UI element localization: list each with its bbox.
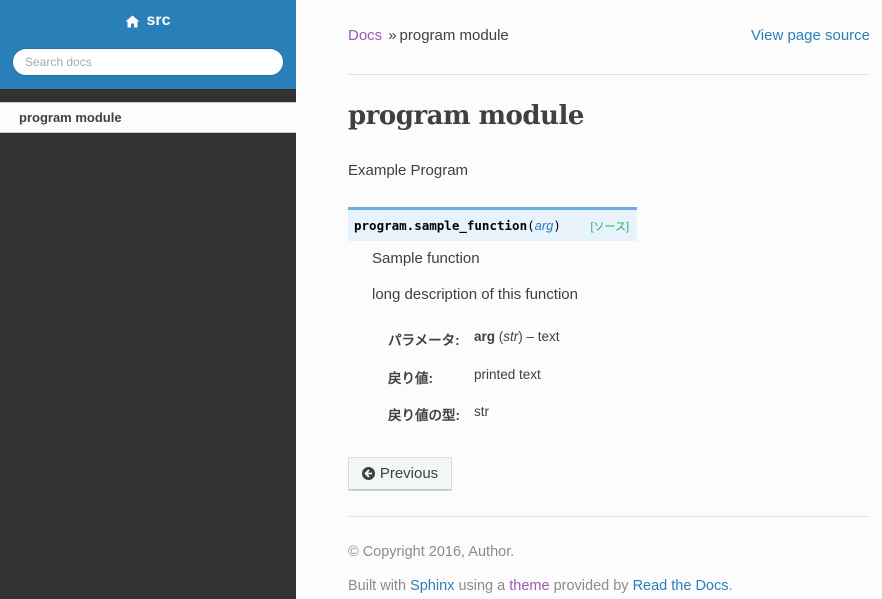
home-icon bbox=[125, 15, 140, 28]
field-return-type: 戻り値の型: str bbox=[388, 404, 489, 424]
param-name: arg bbox=[474, 329, 496, 344]
function-summary: Sample function bbox=[372, 250, 480, 267]
field-label: 戻り値の型: bbox=[388, 408, 460, 423]
function-description: long description of this function bbox=[372, 286, 578, 303]
param-description: – text bbox=[526, 329, 560, 344]
breadcrumb-docs-link[interactable]: Docs bbox=[348, 27, 382, 44]
sidebar: src program module bbox=[0, 0, 296, 599]
sidebar-item-program-module[interactable]: program module bbox=[0, 102, 296, 133]
period: . bbox=[728, 578, 733, 594]
project-home-link[interactable]: src bbox=[125, 10, 171, 32]
circle-arrow-left-icon bbox=[361, 467, 375, 480]
search-input[interactable] bbox=[12, 47, 284, 76]
function-signature: program.sample_function(arg) [ソース] bbox=[348, 207, 637, 241]
function-arg: arg bbox=[534, 218, 554, 233]
breadcrumb-separator: » bbox=[388, 27, 397, 44]
project-title: src bbox=[146, 12, 171, 29]
field-returns: 戻り値: printed text bbox=[388, 367, 541, 387]
using-a-text: using a bbox=[458, 578, 506, 594]
field-parameters: パラメータ: arg (str) – text bbox=[388, 329, 560, 349]
breadcrumb: Docs » program module View page source bbox=[348, 27, 870, 47]
sidebar-header: src bbox=[0, 0, 296, 89]
sphinx-link[interactable]: Sphinx bbox=[410, 578, 454, 594]
breadcrumb-current: program module bbox=[399, 27, 509, 44]
divider bbox=[348, 74, 870, 75]
field-value: str bbox=[474, 404, 489, 419]
function-name: program.sample_function bbox=[354, 218, 528, 233]
signature-open-paren: ( bbox=[527, 218, 535, 233]
view-page-source-link[interactable]: View page source bbox=[751, 27, 870, 44]
intro-text: Example Program bbox=[348, 162, 469, 179]
built-with-text: Built with Sphinx using a theme provided… bbox=[348, 578, 733, 594]
provided-by-text: provided by bbox=[553, 578, 629, 594]
field-label: 戻り値: bbox=[388, 371, 433, 386]
copyright: © Copyright 2016, Author. bbox=[348, 544, 515, 560]
previous-label: Previous bbox=[379, 465, 439, 482]
field-label: パラメータ: bbox=[388, 333, 460, 348]
previous-button[interactable]: Previous bbox=[348, 457, 452, 491]
built-prefix: Built with bbox=[348, 578, 407, 594]
field-value: arg (str) – text bbox=[474, 329, 560, 344]
field-value: printed text bbox=[474, 367, 541, 382]
page-title: program module bbox=[348, 101, 584, 131]
sidebar-spacer bbox=[0, 89, 296, 102]
signature-close-paren: ) bbox=[553, 218, 561, 233]
param-type: str bbox=[503, 329, 519, 344]
read-the-docs-link[interactable]: Read the Docs bbox=[633, 578, 729, 594]
source-link[interactable]: [ソース] bbox=[590, 218, 629, 234]
divider bbox=[348, 516, 870, 517]
theme-link[interactable]: theme bbox=[509, 578, 549, 594]
